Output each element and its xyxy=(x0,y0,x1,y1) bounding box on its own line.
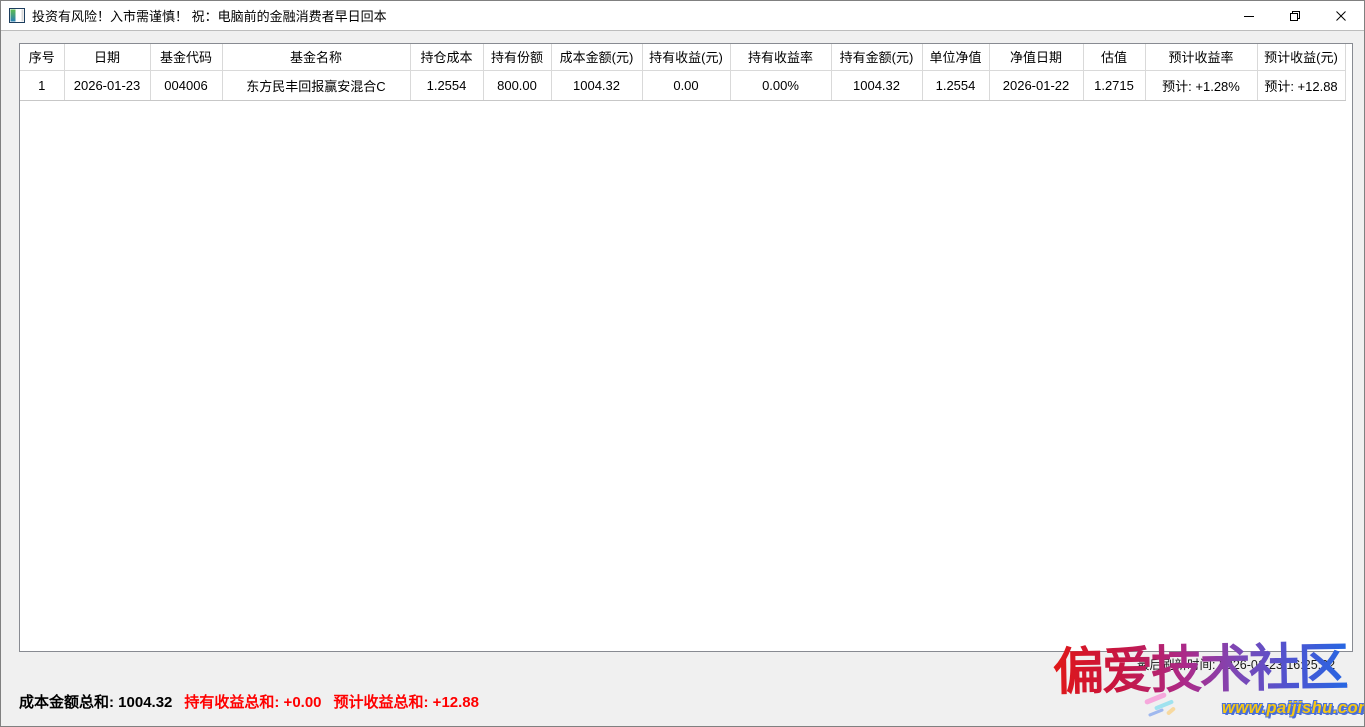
table-row[interactable]: 1 2026-01-23 004006 东方民丰回报赢安混合C 1.2554 8… xyxy=(20,70,1345,100)
cell-cost-price[interactable]: 1.2554 xyxy=(410,70,483,100)
header-holding-amount[interactable]: 持有金额(元) xyxy=(831,44,922,70)
sparkle-streak-icon xyxy=(1166,706,1176,715)
header-cost-amount[interactable]: 成本金额(元) xyxy=(551,44,642,70)
cell-holding-profit-rate[interactable]: 0.00% xyxy=(730,70,831,100)
minimize-button[interactable] xyxy=(1226,1,1272,30)
close-icon xyxy=(1335,10,1347,22)
cell-estimated-profit-rate[interactable]: 预计: +1.28% xyxy=(1145,70,1257,100)
header-estimated-profit[interactable]: 预计收益(元) xyxy=(1257,44,1345,70)
header-nav-date[interactable]: 净值日期 xyxy=(989,44,1083,70)
header-fund-code[interactable]: 基金代码 xyxy=(150,44,222,70)
header-date[interactable]: 日期 xyxy=(64,44,150,70)
fund-grid-panel: 序号 日期 基金代码 基金名称 持仓成本 持有份额 成本金额(元) 持有收益(元… xyxy=(19,43,1353,652)
cost-total: 成本金额总和: 1004.32 xyxy=(19,691,172,712)
totals-summary: 成本金额总和: 1004.32 持有收益总和: +0.00 预计收益总和: +1… xyxy=(19,691,479,712)
cell-estimated-nav[interactable]: 1.2715 xyxy=(1083,70,1145,100)
header-fund-name[interactable]: 基金名称 xyxy=(222,44,410,70)
minimize-icon xyxy=(1243,10,1255,22)
window-title: 投资有风险！入市需谨慎！ 祝：电脑前的金融消费者早日回本 xyxy=(32,6,387,25)
watermark-url: www.paijishu.com xyxy=(1222,699,1365,718)
title-bar[interactable]: 投资有风险！入市需谨慎！ 祝：电脑前的金融消费者早日回本 xyxy=(1,1,1364,31)
cell-holding-amount[interactable]: 1004.32 xyxy=(831,70,922,100)
cell-date[interactable]: 2026-01-23 xyxy=(64,70,150,100)
header-unit-nav[interactable]: 单位净值 xyxy=(922,44,989,70)
cell-holding-profit[interactable]: 0.00 xyxy=(642,70,730,100)
header-holding-profit-rate[interactable]: 持有收益率 xyxy=(730,44,831,70)
cell-nav-date[interactable]: 2026-01-22 xyxy=(989,70,1083,100)
fund-table: 序号 日期 基金代码 基金名称 持仓成本 持有份额 成本金额(元) 持有收益(元… xyxy=(20,44,1346,101)
estimated-profit-total: 预计收益总和: +12.88 xyxy=(334,691,479,712)
restore-button[interactable] xyxy=(1272,1,1318,30)
cell-index[interactable]: 1 xyxy=(20,70,64,100)
cell-cost-amount[interactable]: 1004.32 xyxy=(551,70,642,100)
app-window: 投资有风险！入市需谨慎！ 祝：电脑前的金融消费者早日回本 序 xyxy=(0,0,1365,727)
watermark-text: 偏爱技术社区 xyxy=(1053,638,1348,702)
header-holding-profit[interactable]: 持有收益(元) xyxy=(642,44,730,70)
app-icon[interactable] xyxy=(9,8,25,23)
header-row: 序号 日期 基金代码 基金名称 持仓成本 持有份额 成本金额(元) 持有收益(元… xyxy=(20,44,1345,70)
header-estimated-nav[interactable]: 估值 xyxy=(1083,44,1145,70)
header-shares-held[interactable]: 持有份额 xyxy=(483,44,551,70)
cell-estimated-profit[interactable]: 预计: +12.88 xyxy=(1257,70,1345,100)
close-button[interactable] xyxy=(1318,1,1364,30)
header-index[interactable]: 序号 xyxy=(20,44,64,70)
cell-fund-name[interactable]: 东方民丰回报赢安混合C xyxy=(222,70,410,100)
window-controls xyxy=(1226,1,1364,30)
restore-icon xyxy=(1289,10,1301,22)
cell-unit-nav[interactable]: 1.2554 xyxy=(922,70,989,100)
cell-shares-held[interactable]: 800.00 xyxy=(483,70,551,100)
header-cost-price[interactable]: 持仓成本 xyxy=(410,44,483,70)
header-estimated-profit-rate[interactable]: 预计收益率 xyxy=(1145,44,1257,70)
holding-profit-total: 持有收益总和: +0.00 xyxy=(184,691,321,712)
cell-fund-code[interactable]: 004006 xyxy=(150,70,222,100)
